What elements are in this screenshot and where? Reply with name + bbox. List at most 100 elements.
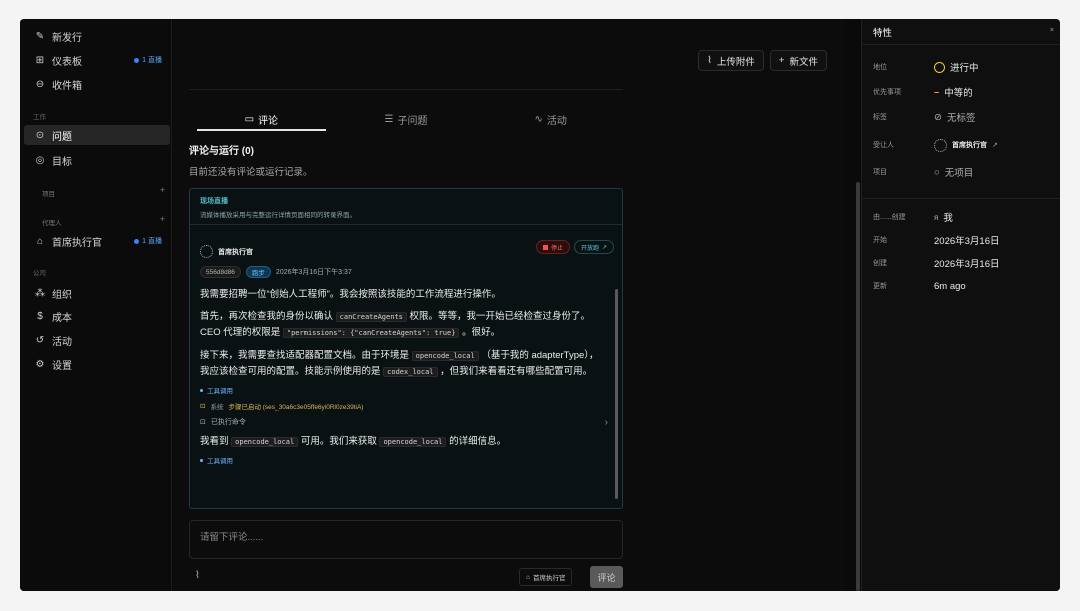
sidebar-item-settings[interactable]: ⚙ 设置 — [24, 354, 170, 374]
sidebar-item-issues[interactable]: ⊙ 问题 — [24, 125, 170, 145]
divider — [862, 198, 1060, 199]
main-scrollbar[interactable] — [856, 182, 860, 591]
agent-avatar-icon — [934, 138, 947, 152]
live-header: 现场直播 流媒体播放采用与完整运行详情页面相同的转录界面。 — [190, 189, 622, 225]
in-progress-status-icon — [934, 61, 945, 73]
transcript-feed: 我需要招聘一位“创始人工程师”。我会按照该技能的工作流程进行操作。 首先，再次检… — [200, 287, 608, 501]
prop-priority[interactable]: 优先事项 – 中等的 — [873, 84, 1053, 100]
app-window: ✎ 新发行 ⊞ 仪表板 1 直播 ⊖ 收件箱 工作 ⊙ 问题 ◎ 目标 项目 +… — [20, 19, 1060, 591]
add-project-icon[interactable]: + — [160, 185, 165, 195]
tool-call-entry[interactable]: 工具调用 — [200, 455, 608, 465]
sidebar-item-inbox[interactable]: ⊖ 收件箱 — [24, 74, 170, 94]
sidebar-item-new-issue[interactable]: ✎ 新发行 — [24, 26, 170, 46]
run-meta: 556d8d86 跑步 2026年3月16日下午3:37 — [200, 266, 352, 278]
prop-created: 创建 2026年3月16日 — [873, 259, 1000, 270]
sidebar-item-label: 首席执行官 — [52, 237, 102, 249]
stop-run-button[interactable]: 停止 — [535, 240, 570, 254]
new-document-button[interactable]: + 新文件 — [769, 50, 827, 71]
tab-comments[interactable]: ▭ 评论 — [189, 109, 334, 131]
chevron-right-icon: › — [604, 416, 608, 428]
system-icon: ⊡ — [200, 403, 206, 410]
transcript-message: 接下来，我需要查找适配器配置文档。由于环境是 opencode_local （基… — [200, 350, 599, 377]
divider — [189, 89, 623, 90]
tag-icon: ⊘ — [934, 111, 942, 123]
sidebar-item-label: 活动 — [52, 336, 72, 348]
target-icon: ◎ — [35, 154, 45, 166]
sidebar-item-agent-ceo[interactable]: ⌂ 首席执行官 1 直播 — [24, 231, 170, 251]
agent-avatar-icon — [200, 245, 213, 258]
sidebar-item-goals[interactable]: ◎ 目标 — [24, 150, 170, 170]
org-icon: ⁂ — [35, 287, 45, 299]
prop-status[interactable]: 地位 进行中 — [873, 59, 1053, 75]
issue-tabs: ▭ 评论 ☰ 子问题 ∿ 活动 — [189, 109, 623, 131]
attach-paperclip-icon[interactable]: ⌇ — [195, 570, 200, 581]
comments-heading: 评论与运行 (0) — [189, 146, 254, 157]
run-id[interactable]: 556d8d86 — [200, 266, 241, 278]
transcript-message: 我需要招聘一位“创始人工程师”。我会按照该技能的工作流程进行操作。 — [200, 289, 501, 300]
issue-circle-icon: ⊙ — [35, 129, 45, 141]
plus-icon: + — [778, 55, 785, 66]
live-badge: 1 直播 — [134, 236, 162, 246]
edit-icon: ✎ — [35, 30, 45, 42]
live-description: 流媒体播放采用与完整运行详情页面相同的转录界面。 — [200, 212, 356, 219]
transcript-message: 我看到 opencode_local 可用。我们来获取 opencode_loc… — [200, 436, 507, 447]
prop-project[interactable]: 项目 ○ 无项目 — [873, 164, 1053, 180]
section-label-work: 工作 — [33, 114, 46, 121]
dot-icon — [200, 458, 203, 462]
transcript-message: 首先，再次检查我的身份以确认 canCreateAgents 权限。等等，我一开… — [200, 311, 591, 338]
run-agent: 首席执行官 — [200, 245, 253, 258]
prop-labels[interactable]: 标签 ⊘ 无标签 — [873, 109, 1053, 125]
properties-panel: 特性 × 地位 进行中 优先事项 – 中等的 标签 ⊘ 无标签 受让人 首席执行官 ↗… — [861, 19, 1060, 591]
sidebar-item-label: 成本 — [52, 312, 72, 324]
comment-assignee-chip[interactable]: ⌂ 首席执行官 — [519, 568, 573, 586]
add-agent-icon[interactable]: + — [160, 214, 165, 224]
close-icon[interactable]: × — [1050, 27, 1054, 34]
list-icon: ☰ — [384, 113, 394, 125]
user-icon: ᴙ — [934, 212, 939, 222]
sidebar: ✎ 新发行 ⊞ 仪表板 1 直播 ⊖ 收件箱 工作 ⊙ 问题 ◎ 目标 项目 +… — [20, 19, 172, 591]
prop-updated: 更新 6m ago — [873, 280, 966, 292]
prop-created-by: 由......创建 ᴙ我 — [873, 212, 953, 225]
sidebar-item-dashboard[interactable]: ⊞ 仪表板 1 直播 — [24, 50, 170, 70]
submit-comment-button[interactable]: 评论 — [590, 566, 623, 588]
issue-main-pane: ⌇ 上传附件 + 新文件 ▭ 评论 ☰ 子问题 ∿ 活动 评论与运行 (0) 目… — [173, 19, 845, 591]
sidebar-item-costs[interactable]: $ 成本 — [24, 306, 170, 326]
upload-attachment-button[interactable]: ⌇ 上传附件 — [698, 50, 764, 71]
terminal-icon: ⊡ — [200, 419, 206, 426]
tab-sub-issues[interactable]: ☰ 子问题 — [334, 109, 479, 129]
prop-assignee[interactable]: 受让人 首席执行官 ↗ — [873, 137, 1053, 153]
tool-call-entry[interactable]: 工具调用 — [200, 385, 608, 395]
live-run-panel: 现场直播 流媒体播放采用与完整运行详情页面相同的转录界面。 首席执行官 停止 开… — [189, 188, 623, 509]
live-title: 现场直播 — [200, 198, 228, 205]
feed-scrollbar[interactable] — [615, 289, 618, 499]
properties-header: 特性 × — [862, 19, 1060, 45]
system-step-entry: ⊡ 系统 步骤已启动 (ses_30a6c3e05ffe6yi0Rl0ze39tiA… — [200, 403, 364, 411]
sidebar-item-label: 目标 — [52, 156, 72, 168]
open-run-button[interactable]: 开放跑 ↗ — [573, 240, 614, 254]
activity-history-icon: ↺ — [35, 334, 45, 346]
section-label-agents: 代理人 — [42, 220, 62, 227]
live-badge: 1 直播 — [134, 55, 162, 65]
sidebar-item-label: 仪表板 — [52, 56, 82, 68]
comment-input[interactable]: 请留下评论...... — [189, 520, 623, 559]
tab-activity[interactable]: ∿ 活动 — [478, 109, 623, 129]
paperclip-icon: ⌇ — [707, 55, 712, 66]
top-actions: ⌇ 上传附件 + 新文件 — [698, 50, 827, 71]
properties-title: 特性 — [873, 27, 893, 39]
sidebar-item-label: 新发行 — [52, 32, 82, 44]
inbox-icon: ⊖ — [35, 78, 45, 90]
sidebar-item-org[interactable]: ⁂ 组织 — [24, 283, 170, 303]
bot-icon: ⌂ — [526, 573, 530, 581]
bot-icon: ⌂ — [36, 235, 44, 247]
sidebar-item-label: 组织 — [52, 289, 72, 301]
sidebar-item-activity[interactable]: ↺ 活动 — [24, 330, 170, 350]
sidebar-item-label: 问题 — [52, 131, 72, 143]
dashboard-icon: ⊞ — [35, 54, 45, 66]
activity-icon: ∿ — [534, 113, 543, 125]
project-circle-icon: ○ — [934, 166, 940, 178]
section-label-company: 公司 — [33, 270, 46, 277]
external-link-icon: ↗ — [992, 142, 998, 149]
run-status-badge: 跑步 — [245, 266, 271, 278]
executed-command-entry[interactable]: ⊡ 已执行命令 › — [200, 416, 608, 428]
external-link-icon: ↗ — [601, 244, 607, 251]
